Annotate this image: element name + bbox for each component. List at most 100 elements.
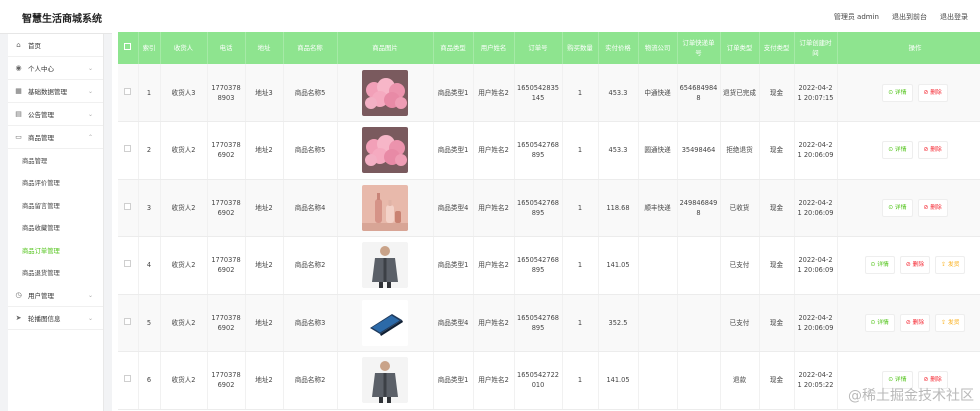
cell-address: 地址2 xyxy=(245,294,284,352)
detail-label: 详情 xyxy=(894,147,907,154)
row-checkbox[interactable] xyxy=(118,121,139,180)
cell-created-time: 2022-04-21 20:07:15 xyxy=(794,64,838,122)
sidebar-subitem-goods-orders[interactable]: 商品订单管理 xyxy=(8,239,103,262)
cell-receiver: 收货人2 xyxy=(160,294,208,352)
sidebar: ⌂ 首页 ◉ 个人中心 ⌄ ▦ 基础数据管理 ⌄ ▤ 公告管理 ⌄ ▭ 商品管理… xyxy=(8,34,104,411)
send-icon: ➤ xyxy=(15,313,22,322)
detail-label: 详情 xyxy=(894,89,907,96)
ship-button[interactable]: ⇪ 发货 xyxy=(935,313,966,332)
cell-tracking-no xyxy=(677,294,721,352)
cell-order-type: 退货已完成 xyxy=(720,64,760,122)
cell-pay-type: 现金 xyxy=(759,64,795,122)
product-image-jacket xyxy=(362,242,408,289)
sidebar-item-users[interactable]: ◷ 用户管理 ⌄ xyxy=(8,284,103,307)
delete-button[interactable]: ⊘ 删除 xyxy=(917,83,948,102)
detail-button[interactable]: ⊙ 详情 xyxy=(882,83,913,102)
delete-button[interactable]: ⊘ 删除 xyxy=(899,256,931,275)
watermark: @稀土掘金技术社区 xyxy=(848,388,974,404)
cell-user-name: 用户姓名2 xyxy=(473,179,515,237)
cell-phone: 17703786902 xyxy=(207,236,246,295)
cell-phone: 17703786902 xyxy=(207,351,246,410)
cell-created-time: 2022-04-21 20:05:22 xyxy=(794,351,838,410)
detail-label: 详情 xyxy=(894,204,907,211)
notice-icon: ▤ xyxy=(15,109,22,118)
goods-icon: ▭ xyxy=(15,132,22,141)
cell-price: 118.68 xyxy=(598,179,639,237)
cell-product-name: 商品名称2 xyxy=(283,351,338,410)
delete-label: 删除 xyxy=(930,147,942,154)
cell-quantity: 1 xyxy=(562,351,599,410)
delete-label: 删除 xyxy=(912,262,925,269)
app-title: 智慧生活商城系统 xyxy=(22,14,102,25)
sidebar-item-profile[interactable]: ◉ 个人中心 ⌄ xyxy=(8,57,103,80)
col-pay-type: 支付类型 xyxy=(759,32,795,64)
cell-created-time: 2022-04-21 20:06:09 xyxy=(794,294,838,352)
row-checkbox[interactable] xyxy=(118,351,139,410)
sidebar-subitem-goods-returns[interactable]: 商品退货管理 xyxy=(8,262,103,285)
user-icon: ◉ xyxy=(15,63,22,72)
sidebar-item-goods[interactable]: ▭ 商品管理 ⌃ xyxy=(8,126,103,149)
cell-product-name: 商品名称5 xyxy=(283,121,338,180)
cell-product-image xyxy=(337,236,434,295)
sidebar-subitem-goods-reviews[interactable]: 商品评价管理 xyxy=(8,172,103,195)
cell-order-no: 1650542768895 xyxy=(514,179,563,237)
cell-product-type: 商品类型1 xyxy=(433,351,474,410)
database-icon: ▦ xyxy=(15,86,22,95)
cell-receiver: 收货人2 xyxy=(160,179,208,237)
cell-receiver: 收货人3 xyxy=(160,64,208,122)
table-row: 4 收货人2 17703786902 地址2 商品名称2 商品类型1 用户姓名2… xyxy=(118,236,980,295)
delete-label: 删除 xyxy=(930,377,942,384)
cell-index: 4 xyxy=(138,236,161,295)
cell-index: 3 xyxy=(138,179,161,237)
col-order-type: 订单类型 xyxy=(720,32,760,64)
cell-order-no: 1650542768895 xyxy=(514,294,563,352)
cell-actions: ⊙ 详情 ⊘ 删除 xyxy=(837,121,980,180)
cell-price: 453.3 xyxy=(598,121,639,180)
delete-button[interactable]: ⊘ 删除 xyxy=(899,313,931,332)
table-body: 1 收货人3 17703788903 地址3 商品名称5 商品类型1 用户姓名2… xyxy=(118,64,980,410)
sidebar-item-label: 用户管理 xyxy=(28,292,54,300)
cell-carrier xyxy=(638,294,678,352)
cell-order-no: 1650542768895 xyxy=(514,236,563,295)
cell-user-name: 用户姓名2 xyxy=(473,64,515,122)
cell-user-name: 用户姓名2 xyxy=(473,294,515,352)
detail-button[interactable]: ⊙ 详情 xyxy=(882,141,913,160)
sidebar-subitem-goods-messages[interactable]: 商品留言管理 xyxy=(8,194,103,217)
sidebar-item-label: 基础数据管理 xyxy=(28,88,67,96)
col-quantity: 购买数量 xyxy=(562,32,599,64)
cell-product-image xyxy=(337,294,434,352)
ship-button[interactable]: ⇪ 发货 xyxy=(935,256,966,275)
sidebar-item-carousel[interactable]: ➤ 轮播图信息 ⌄ xyxy=(8,307,103,330)
sidebar-item-label: 商品管理 xyxy=(28,134,54,142)
col-user-name: 用户姓名 xyxy=(473,32,515,64)
cell-price: 453.3 xyxy=(598,64,639,122)
sidebar-subitem-goods[interactable]: 商品管理 xyxy=(8,149,103,172)
detail-button[interactable]: ⊙ 详情 xyxy=(882,198,913,217)
cell-order-type: 退款 xyxy=(720,351,760,410)
row-checkbox[interactable] xyxy=(118,64,139,122)
row-checkbox[interactable] xyxy=(118,236,139,295)
cell-quantity: 1 xyxy=(562,64,599,122)
cell-pay-type: 现金 xyxy=(759,351,795,410)
select-all-checkbox[interactable] xyxy=(118,32,139,64)
row-checkbox[interactable] xyxy=(118,179,139,237)
sidebar-item-notice[interactable]: ▤ 公告管理 ⌄ xyxy=(8,103,103,126)
col-address: 地址 xyxy=(245,32,284,64)
delete-button[interactable]: ⊘ 删除 xyxy=(917,198,948,217)
exit-to-front-link[interactable]: 退出到前台 xyxy=(892,12,927,22)
sidebar-item-label: 个人中心 xyxy=(28,65,54,73)
col-receiver: 收货人 xyxy=(160,32,208,64)
cell-product-type: 商品类型1 xyxy=(433,236,474,295)
sidebar-subitem-goods-favorites[interactable]: 商品收藏管理 xyxy=(8,217,103,240)
sidebar-item-home[interactable]: ⌂ 首页 xyxy=(8,34,103,57)
cell-receiver: 收货人2 xyxy=(160,236,208,295)
delete-button[interactable]: ⊘ 删除 xyxy=(917,141,948,160)
cell-order-type: 拒绝退货 xyxy=(720,121,760,180)
cell-receiver: 收货人2 xyxy=(160,351,208,410)
detail-button[interactable]: ⊙ 详情 xyxy=(864,256,895,275)
sidebar-item-base-data[interactable]: ▦ 基础数据管理 ⌄ xyxy=(8,80,103,103)
row-checkbox[interactable] xyxy=(118,294,139,352)
detail-button[interactable]: ⊙ 详情 xyxy=(864,313,895,332)
logout-link[interactable]: 退出登录 xyxy=(940,12,968,22)
col-order-no: 订单号 xyxy=(514,32,563,64)
